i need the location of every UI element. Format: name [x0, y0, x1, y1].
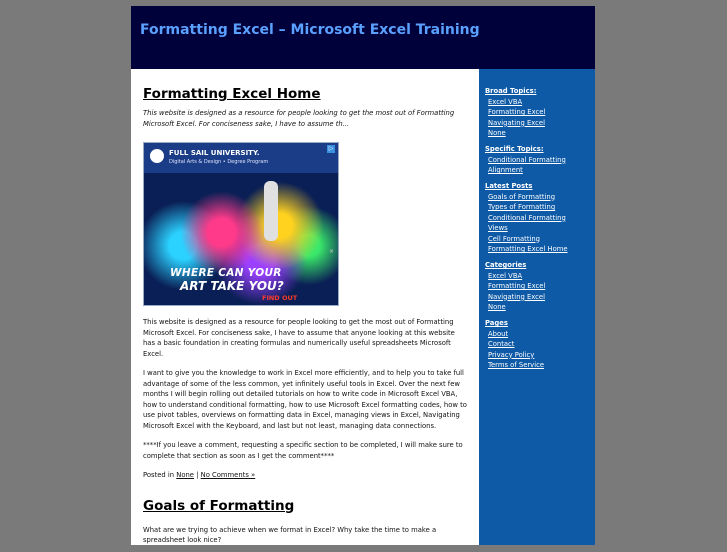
sidebar-broad-topics: Broad Topics: Excel VBA Formatting Excel… [485, 86, 545, 139]
comments-link[interactable]: No Comments » [201, 471, 256, 479]
sidebar-link[interactable]: Contact [485, 339, 544, 350]
sidebar-link[interactable]: About [485, 329, 544, 340]
sidebar-link[interactable]: Privacy Policy [485, 350, 544, 361]
sidebar-categories: Categories Excel VBA Formatting Excel Na… [485, 260, 545, 313]
sidebar-link[interactable]: Conditional Formatting [485, 213, 568, 224]
ad-close-icon[interactable]: × [329, 248, 334, 255]
sidebar-latest-posts: Latest Posts Goals of Formatting Types o… [485, 181, 568, 255]
site-title[interactable]: Formatting Excel – Microsoft Excel Train… [140, 22, 480, 38]
sidebar-pages: Pages About Contact Privacy Policy Terms… [485, 318, 544, 371]
sidebar-link[interactable]: Excel VBA [485, 97, 545, 108]
post-paragraph: This website is designed as a resource f… [143, 318, 455, 358]
post-excerpt: This website is designed as a resource f… [143, 109, 455, 128]
ad-banner[interactable]: FULL SAIL UNIVERSITY. Digital Arts & Des… [143, 142, 339, 306]
category-link[interactable]: None [176, 471, 194, 479]
sidebar-heading: Categories [485, 261, 527, 269]
sidebar-specific-topics: Specific Topics: Conditional Formatting … [485, 144, 566, 176]
post-paragraph: What are we trying to achieve when we fo… [143, 525, 437, 545]
ad-subtitle: Digital Arts & Design • Degree Program [169, 159, 269, 165]
sidebar-link[interactable]: Navigating Excel [485, 118, 545, 129]
ad-artwork: × WHERE CAN YOUR ART TAKE YOU? FIND OUT [144, 173, 338, 305]
ad-header-strip: FULL SAIL UNIVERSITY. Digital Arts & Des… [144, 143, 338, 173]
sidebar-link[interactable]: Terms of Service [485, 360, 544, 371]
sidebar-heading: Latest Posts [485, 182, 533, 190]
ad-find-out-button[interactable]: FIND OUT [262, 294, 297, 302]
sidebar-link[interactable]: Goals of Formatting [485, 192, 568, 203]
sidebar-link[interactable]: Excel VBA [485, 271, 545, 282]
post-paragraph: I want to give you the knowledge to work… [143, 369, 467, 430]
university-logo-icon [150, 149, 164, 163]
main-content: Formatting Excel Home This website is de… [143, 86, 469, 552]
dancer-figure-icon [264, 181, 278, 241]
meta-separator: | [196, 471, 199, 479]
sidebar-heading: Broad Topics: [485, 87, 537, 95]
post-title-goals-of-formatting[interactable]: Goals of Formatting [143, 498, 469, 514]
sidebar-link[interactable]: Formatting Excel [485, 107, 545, 118]
posted-in-label: Posted in [143, 471, 175, 479]
post-title-formatting-excel-home[interactable]: Formatting Excel Home [143, 86, 469, 102]
ad-brand: FULL SAIL UNIVERSITY. [169, 149, 260, 157]
sidebar-link[interactable]: Cell Formatting [485, 234, 568, 245]
post-meta: Posted in None | No Comments » [143, 470, 469, 481]
sidebar-link[interactable]: Conditional Formatting [485, 155, 566, 166]
site-header: Formatting Excel – Microsoft Excel Train… [131, 6, 595, 69]
sidebar-link[interactable]: Views [485, 223, 568, 234]
sidebar-link[interactable]: None [485, 128, 545, 139]
sidebar-link[interactable]: Formatting Excel [485, 281, 545, 292]
sidebar-link[interactable]: None [485, 302, 545, 313]
post-paragraph: ****If you leave a comment, requesting a… [143, 441, 463, 460]
ad-choices-icon[interactable]: ▷ [327, 145, 335, 153]
ad-cta-line2: ART TAKE YOU? [180, 279, 284, 293]
sidebar: Broad Topics: Excel VBA Formatting Excel… [479, 69, 595, 545]
sidebar-link[interactable]: Types of Formatting [485, 202, 568, 213]
sidebar-heading: Specific Topics: [485, 145, 544, 153]
sidebar-heading: Pages [485, 319, 508, 327]
sidebar-link[interactable]: Alignment [485, 165, 566, 176]
sidebar-link[interactable]: Formatting Excel Home [485, 244, 568, 255]
ad-cta-line1: WHERE CAN YOUR [170, 267, 282, 279]
sidebar-link[interactable]: Navigating Excel [485, 292, 545, 303]
